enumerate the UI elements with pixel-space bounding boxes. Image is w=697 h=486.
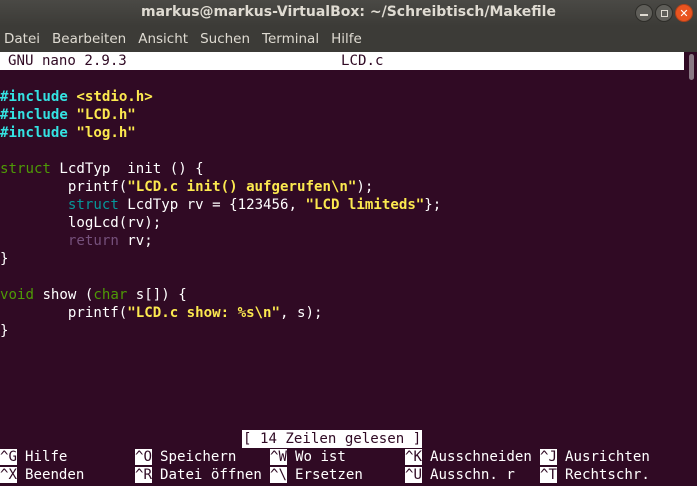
keyword: char [93,287,128,303]
shortcut-key: ^K [405,449,422,465]
shortcut-uncut[interactable]: ^U Ausschn. r [405,466,515,484]
terminal-content[interactable]: GNU nano 2.9.3 LCD.c #include <stdio.h> … [0,52,697,486]
shortcut-key: ^X [0,467,17,483]
shortcut-key: ^R [135,467,152,483]
string: "LCD.c init() aufgerufen\n" [127,179,357,195]
nano-version: GNU nano 2.9.3 [8,53,127,69]
code-text: } [0,323,9,339]
code-text: printf( [0,179,128,195]
code-text: rv; [118,233,153,249]
shortcut-label: Hilfe [24,449,68,465]
shortcut-label: Ausschneiden [429,449,532,465]
string: "LCD limiteds" [305,197,425,213]
shortcut-label: Wo ist [294,449,346,465]
keyword: struct [67,197,119,213]
shortcut-read-file[interactable]: ^R Datei öffnen [135,466,262,484]
code-text: LcdTyp init () { [50,161,204,177]
nano-filename: LCD.c [341,53,384,69]
minimize-icon[interactable] [635,4,653,22]
keyword: return [67,233,119,249]
status-message: [ 14 Zeilen gelesen ] [242,430,423,448]
shortcut-label: Rechtschr. [564,467,650,483]
shortcut-label: Ersetzen [294,467,363,483]
code-text: logLcd(rv); [0,215,162,231]
shortcut-key: ^\ [270,467,287,483]
shortcut-label: Beenden [24,467,85,483]
title-bar[interactable]: markus@markus-VirtualBox: ~/Schreibtisch… [0,0,697,26]
shortcut-label: Speichern [159,449,237,465]
shortcut-label: Datei öffnen [159,467,262,483]
shortcut-bar: ^G Hilfe ^O Speichern ^W Wo ist ^K Ausschnei… [0,448,684,484]
shortcut-key: ^G [0,449,17,465]
preprocessor: #include [0,107,68,123]
string: <stdio.h> [76,89,153,105]
terminal-window: markus@markus-VirtualBox: ~/Schreibtisch… [0,0,697,486]
code-line-7: struct LcdTyp rv = {123456, "LCD limited… [0,196,441,214]
shortcut-cut[interactable]: ^K Ausschneiden [405,448,532,466]
code-line-3: #include "log.h" [0,124,441,142]
code-line-10: } [0,250,441,268]
code-text: ); [356,179,374,195]
shortcut-label: Ausrichten [564,449,650,465]
code-text: s[]) { [127,287,187,303]
window-title: markus@markus-VirtualBox: ~/Schreibtisch… [141,4,556,20]
shortcut-save[interactable]: ^O Speichern [135,448,236,466]
code-text: LcdTyp rv = {123456, [118,197,306,213]
maximize-icon[interactable] [655,4,673,22]
shortcut-key: ^J [540,449,557,465]
string: "LCD.c show: %s\n" [127,305,281,321]
code-text: } [0,251,9,267]
code-line-14: } [0,322,441,340]
code-text: printf( [0,305,128,321]
menu-ansicht[interactable]: Ansicht [138,31,188,47]
menu-terminal[interactable]: Terminal [262,31,319,47]
scrollbar[interactable] [684,52,697,486]
code-text: , s); [280,305,323,321]
shortcut-key: ^T [540,467,557,483]
shortcut-help[interactable]: ^G Hilfe [0,448,67,466]
code-line-13: printf("LCD.c show: %s\n", s); [0,304,441,322]
shortcut-row-2: ^X Beenden ^R Datei öffnen ^\ Ersetzen ^U Au… [0,466,684,484]
menu-bearbeiten[interactable]: Bearbeiten [52,31,126,47]
keyword: struct [0,161,51,177]
string: "LCD.h" [76,107,136,123]
keyword: void [0,287,34,303]
shortcut-replace[interactable]: ^\ Ersetzen [270,466,363,484]
code-editor[interactable]: #include <stdio.h> #include "LCD.h" #inc… [0,88,441,340]
shortcut-exit[interactable]: ^X Beenden [0,466,84,484]
shortcut-key: ^U [405,467,422,483]
code-line-1: #include <stdio.h> [0,88,441,106]
nano-header: GNU nano 2.9.3 LCD.c [0,52,684,70]
shortcut-where-is[interactable]: ^W Wo ist [270,448,346,466]
preprocessor: #include [0,125,68,141]
scrollbar-thumb[interactable] [689,54,694,80]
shortcut-label: Ausschn. r [429,467,515,483]
shortcut-key: ^W [270,449,287,465]
shortcut-key: ^O [135,449,152,465]
menu-hilfe[interactable]: Hilfe [331,31,362,47]
shortcut-row-1: ^G Hilfe ^O Speichern ^W Wo ist ^K Ausschnei… [0,448,684,466]
string: "log.h" [76,125,136,141]
menu-datei[interactable]: Datei [4,31,40,47]
shortcut-spell[interactable]: ^T Rechtschr. [540,466,650,484]
menu-bar: Datei Bearbeiten Ansicht Suchen Terminal… [0,26,697,52]
code-line-8: logLcd(rv); [0,214,441,232]
code-line-12: void show (char s[]) { [0,286,441,304]
close-icon[interactable]: ✕ [675,4,693,22]
code-line-6: printf("LCD.c init() aufgerufen\n"); [0,178,441,196]
code-line-2: #include "LCD.h" [0,106,441,124]
code-line-9: return rv; [0,232,441,250]
shortcut-justify[interactable]: ^J Ausrichten [540,448,650,466]
preprocessor: #include [0,89,68,105]
code-text: show ( [33,287,94,303]
code-text: }; [424,197,442,213]
code-line-5: struct LcdTyp init () { [0,160,441,178]
menu-suchen[interactable]: Suchen [200,31,250,47]
